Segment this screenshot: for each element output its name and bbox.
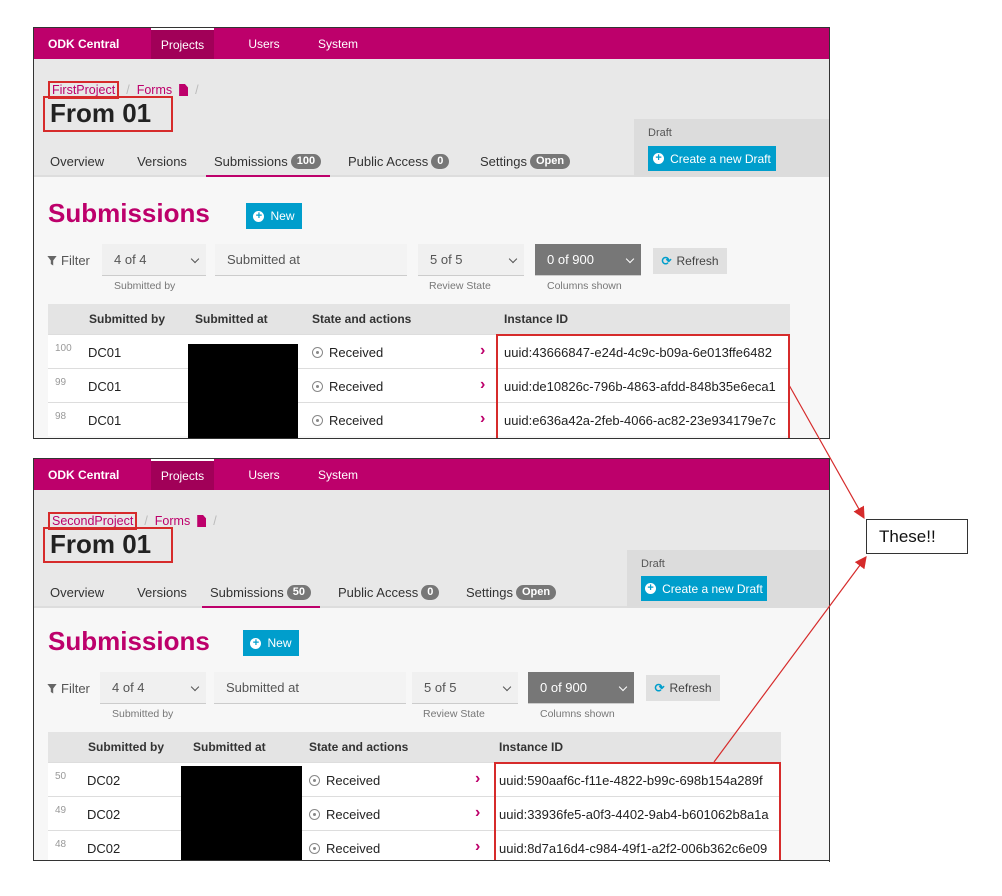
annotation-arrows [713, 384, 867, 763]
arrow-from-first-table [788, 384, 865, 520]
arrow-from-second-table [713, 556, 867, 763]
these-callout-box: These!! [866, 519, 968, 554]
border-remnant [829, 845, 830, 862]
